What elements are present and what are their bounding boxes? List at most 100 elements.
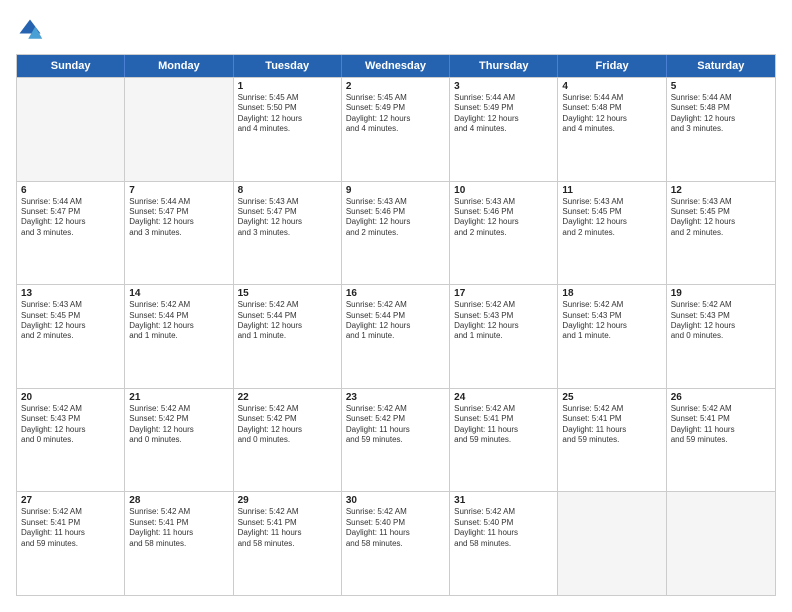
calendar-cell: 19Sunrise: 5:42 AM Sunset: 5:43 PM Dayli… <box>667 285 775 388</box>
logo-icon <box>16 16 44 44</box>
calendar-cell: 16Sunrise: 5:42 AM Sunset: 5:44 PM Dayli… <box>342 285 450 388</box>
calendar-cell: 12Sunrise: 5:43 AM Sunset: 5:45 PM Dayli… <box>667 182 775 285</box>
day-number: 12 <box>671 185 771 196</box>
calendar-header-row: SundayMondayTuesdayWednesdayThursdayFrid… <box>17 55 775 77</box>
calendar-cell: 27Sunrise: 5:42 AM Sunset: 5:41 PM Dayli… <box>17 492 125 595</box>
day-info: Sunrise: 5:42 AM Sunset: 5:43 PM Dayligh… <box>671 300 771 342</box>
day-number: 3 <box>454 81 553 92</box>
calendar-cell: 29Sunrise: 5:42 AM Sunset: 5:41 PM Dayli… <box>234 492 342 595</box>
day-info: Sunrise: 5:45 AM Sunset: 5:49 PM Dayligh… <box>346 93 445 135</box>
calendar-week-5: 27Sunrise: 5:42 AM Sunset: 5:41 PM Dayli… <box>17 491 775 595</box>
day-info: Sunrise: 5:42 AM Sunset: 5:44 PM Dayligh… <box>129 300 228 342</box>
day-number: 19 <box>671 288 771 299</box>
calendar-cell: 11Sunrise: 5:43 AM Sunset: 5:45 PM Dayli… <box>558 182 666 285</box>
day-info: Sunrise: 5:42 AM Sunset: 5:41 PM Dayligh… <box>129 507 228 549</box>
day-number: 30 <box>346 495 445 506</box>
day-number: 10 <box>454 185 553 196</box>
page: SundayMondayTuesdayWednesdayThursdayFrid… <box>0 0 792 612</box>
calendar-cell: 15Sunrise: 5:42 AM Sunset: 5:44 PM Dayli… <box>234 285 342 388</box>
day-info: Sunrise: 5:44 AM Sunset: 5:49 PM Dayligh… <box>454 93 553 135</box>
calendar-cell <box>125 78 233 181</box>
day-number: 11 <box>562 185 661 196</box>
day-info: Sunrise: 5:42 AM Sunset: 5:41 PM Dayligh… <box>454 404 553 446</box>
calendar-cell: 8Sunrise: 5:43 AM Sunset: 5:47 PM Daylig… <box>234 182 342 285</box>
day-number: 21 <box>129 392 228 403</box>
logo <box>16 16 46 44</box>
day-number: 4 <box>562 81 661 92</box>
day-info: Sunrise: 5:42 AM Sunset: 5:40 PM Dayligh… <box>454 507 553 549</box>
calendar-cell: 25Sunrise: 5:42 AM Sunset: 5:41 PM Dayli… <box>558 389 666 492</box>
calendar-cell: 6Sunrise: 5:44 AM Sunset: 5:47 PM Daylig… <box>17 182 125 285</box>
calendar-cell <box>558 492 666 595</box>
day-info: Sunrise: 5:45 AM Sunset: 5:50 PM Dayligh… <box>238 93 337 135</box>
weekday-header-saturday: Saturday <box>667 55 775 77</box>
day-number: 22 <box>238 392 337 403</box>
calendar-cell <box>17 78 125 181</box>
day-number: 14 <box>129 288 228 299</box>
day-number: 8 <box>238 185 337 196</box>
day-number: 26 <box>671 392 771 403</box>
day-number: 13 <box>21 288 120 299</box>
weekday-header-monday: Monday <box>125 55 233 77</box>
day-number: 24 <box>454 392 553 403</box>
day-number: 28 <box>129 495 228 506</box>
day-info: Sunrise: 5:42 AM Sunset: 5:43 PM Dayligh… <box>21 404 120 446</box>
calendar-cell: 18Sunrise: 5:42 AM Sunset: 5:43 PM Dayli… <box>558 285 666 388</box>
calendar-week-1: 1Sunrise: 5:45 AM Sunset: 5:50 PM Daylig… <box>17 77 775 181</box>
day-number: 23 <box>346 392 445 403</box>
weekday-header-friday: Friday <box>558 55 666 77</box>
calendar-cell: 22Sunrise: 5:42 AM Sunset: 5:42 PM Dayli… <box>234 389 342 492</box>
day-number: 15 <box>238 288 337 299</box>
weekday-header-thursday: Thursday <box>450 55 558 77</box>
weekday-header-wednesday: Wednesday <box>342 55 450 77</box>
calendar-cell: 31Sunrise: 5:42 AM Sunset: 5:40 PM Dayli… <box>450 492 558 595</box>
day-info: Sunrise: 5:42 AM Sunset: 5:42 PM Dayligh… <box>129 404 228 446</box>
calendar-cell: 23Sunrise: 5:42 AM Sunset: 5:42 PM Dayli… <box>342 389 450 492</box>
day-number: 7 <box>129 185 228 196</box>
calendar-cell: 7Sunrise: 5:44 AM Sunset: 5:47 PM Daylig… <box>125 182 233 285</box>
day-info: Sunrise: 5:42 AM Sunset: 5:42 PM Dayligh… <box>238 404 337 446</box>
day-info: Sunrise: 5:43 AM Sunset: 5:46 PM Dayligh… <box>346 197 445 239</box>
calendar-week-3: 13Sunrise: 5:43 AM Sunset: 5:45 PM Dayli… <box>17 284 775 388</box>
calendar: SundayMondayTuesdayWednesdayThursdayFrid… <box>16 54 776 596</box>
calendar-week-2: 6Sunrise: 5:44 AM Sunset: 5:47 PM Daylig… <box>17 181 775 285</box>
calendar-cell: 17Sunrise: 5:42 AM Sunset: 5:43 PM Dayli… <box>450 285 558 388</box>
day-number: 20 <box>21 392 120 403</box>
calendar-cell: 1Sunrise: 5:45 AM Sunset: 5:50 PM Daylig… <box>234 78 342 181</box>
day-info: Sunrise: 5:43 AM Sunset: 5:47 PM Dayligh… <box>238 197 337 239</box>
calendar-cell: 28Sunrise: 5:42 AM Sunset: 5:41 PM Dayli… <box>125 492 233 595</box>
day-info: Sunrise: 5:44 AM Sunset: 5:47 PM Dayligh… <box>129 197 228 239</box>
day-number: 18 <box>562 288 661 299</box>
header <box>16 16 776 44</box>
calendar-week-4: 20Sunrise: 5:42 AM Sunset: 5:43 PM Dayli… <box>17 388 775 492</box>
day-info: Sunrise: 5:44 AM Sunset: 5:47 PM Dayligh… <box>21 197 120 239</box>
day-number: 1 <box>238 81 337 92</box>
calendar-cell: 9Sunrise: 5:43 AM Sunset: 5:46 PM Daylig… <box>342 182 450 285</box>
day-number: 27 <box>21 495 120 506</box>
day-number: 25 <box>562 392 661 403</box>
day-number: 16 <box>346 288 445 299</box>
day-info: Sunrise: 5:43 AM Sunset: 5:46 PM Dayligh… <box>454 197 553 239</box>
day-info: Sunrise: 5:43 AM Sunset: 5:45 PM Dayligh… <box>21 300 120 342</box>
weekday-header-tuesday: Tuesday <box>234 55 342 77</box>
day-number: 5 <box>671 81 771 92</box>
calendar-cell: 26Sunrise: 5:42 AM Sunset: 5:41 PM Dayli… <box>667 389 775 492</box>
day-info: Sunrise: 5:42 AM Sunset: 5:41 PM Dayligh… <box>671 404 771 446</box>
day-number: 31 <box>454 495 553 506</box>
calendar-body: 1Sunrise: 5:45 AM Sunset: 5:50 PM Daylig… <box>17 77 775 595</box>
weekday-header-sunday: Sunday <box>17 55 125 77</box>
day-info: Sunrise: 5:42 AM Sunset: 5:40 PM Dayligh… <box>346 507 445 549</box>
calendar-cell: 5Sunrise: 5:44 AM Sunset: 5:48 PM Daylig… <box>667 78 775 181</box>
day-info: Sunrise: 5:42 AM Sunset: 5:41 PM Dayligh… <box>238 507 337 549</box>
day-number: 9 <box>346 185 445 196</box>
calendar-cell: 10Sunrise: 5:43 AM Sunset: 5:46 PM Dayli… <box>450 182 558 285</box>
calendar-cell: 4Sunrise: 5:44 AM Sunset: 5:48 PM Daylig… <box>558 78 666 181</box>
day-number: 6 <box>21 185 120 196</box>
day-info: Sunrise: 5:42 AM Sunset: 5:44 PM Dayligh… <box>238 300 337 342</box>
calendar-cell <box>667 492 775 595</box>
calendar-cell: 24Sunrise: 5:42 AM Sunset: 5:41 PM Dayli… <box>450 389 558 492</box>
day-info: Sunrise: 5:42 AM Sunset: 5:41 PM Dayligh… <box>562 404 661 446</box>
day-info: Sunrise: 5:42 AM Sunset: 5:41 PM Dayligh… <box>21 507 120 549</box>
day-info: Sunrise: 5:44 AM Sunset: 5:48 PM Dayligh… <box>671 93 771 135</box>
day-info: Sunrise: 5:43 AM Sunset: 5:45 PM Dayligh… <box>562 197 661 239</box>
